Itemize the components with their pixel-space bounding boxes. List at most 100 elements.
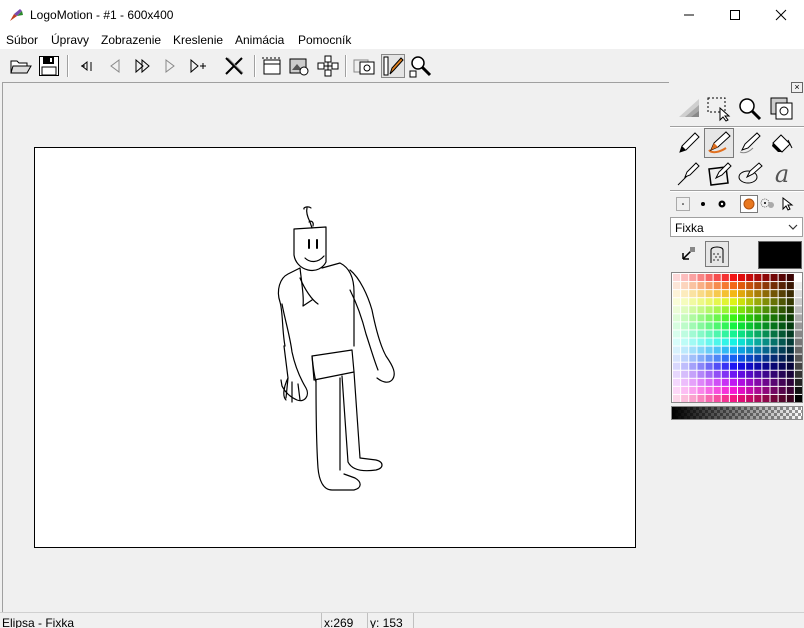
palette-color-cell[interactable] (689, 314, 697, 322)
menu-view[interactable]: Zobrazenie (101, 33, 161, 47)
palette-color-cell[interactable] (762, 314, 770, 322)
palette-color-cell[interactable] (770, 306, 778, 314)
palette-color-cell[interactable] (770, 394, 778, 402)
palette-color-cell[interactable] (738, 282, 746, 290)
palette-color-cell[interactable] (673, 274, 681, 282)
palette-color-cell[interactable] (786, 274, 794, 282)
palette-color-cell[interactable] (729, 354, 738, 362)
palette-color-cell[interactable] (721, 354, 729, 362)
palette-color-cell[interactable] (729, 338, 738, 346)
palette-color-cell[interactable] (762, 290, 770, 298)
palette-color-cell[interactable] (794, 322, 803, 330)
palette-color-cell[interactable] (746, 378, 754, 386)
palette-color-cell[interactable] (689, 290, 697, 298)
palette-color-cell[interactable] (705, 282, 713, 290)
palette-color-cell[interactable] (713, 370, 721, 378)
zoom-tool-button[interactable] (409, 54, 433, 78)
palette-color-cell[interactable] (786, 362, 794, 370)
play-button[interactable] (131, 54, 155, 78)
palette-color-cell[interactable] (794, 338, 803, 346)
menu-edit[interactable]: Úpravy (51, 33, 89, 47)
copy-frame-tool[interactable] (767, 94, 797, 124)
palette-color-cell[interactable] (786, 338, 794, 346)
palette-color-cell[interactable] (778, 378, 786, 386)
palette-color-cell[interactable] (762, 274, 770, 282)
palette-color-cell[interactable] (697, 274, 705, 282)
palette-color-cell[interactable] (786, 370, 794, 378)
palette-color-cell[interactable] (697, 362, 705, 370)
current-color-swatch[interactable] (758, 241, 802, 269)
palette-color-cell[interactable] (689, 330, 697, 338)
palette-color-cell[interactable] (705, 314, 713, 322)
brush-size-medium[interactable] (713, 195, 731, 213)
palette-color-cell[interactable] (770, 378, 778, 386)
palette-color-cell[interactable] (697, 338, 705, 346)
palette-color-cell[interactable] (754, 338, 762, 346)
palette-color-cell[interactable] (738, 378, 746, 386)
palette-color-cell[interactable] (738, 298, 746, 306)
palette-color-cell[interactable] (770, 386, 778, 394)
palette-color-cell[interactable] (746, 274, 754, 282)
menu-file[interactable]: Súbor (6, 33, 38, 47)
palette-color-cell[interactable] (673, 290, 681, 298)
brush-size-tiny[interactable] (674, 195, 692, 213)
palette-color-cell[interactable] (713, 322, 721, 330)
palette-color-cell[interactable] (746, 314, 754, 322)
palette-color-cell[interactable] (705, 322, 713, 330)
brush-size-small[interactable] (694, 195, 712, 213)
palette-color-cell[interactable] (786, 354, 794, 362)
palette-color-cell[interactable] (673, 370, 681, 378)
palette-color-cell[interactable] (762, 330, 770, 338)
palette-color-cell[interactable] (713, 274, 721, 282)
palette-color-cell[interactable] (697, 378, 705, 386)
palette-color-cell[interactable] (721, 314, 729, 322)
palette-color-cell[interactable] (681, 290, 689, 298)
palette-color-cell[interactable] (778, 282, 786, 290)
palette-color-cell[interactable] (705, 306, 713, 314)
palette-color-cell[interactable] (713, 298, 721, 306)
frame-settings-button[interactable] (260, 54, 284, 78)
palette-color-cell[interactable] (786, 378, 794, 386)
palette-color-cell[interactable] (738, 354, 746, 362)
palette-color-cell[interactable] (681, 370, 689, 378)
palette-color-cell[interactable] (721, 306, 729, 314)
palette-color-cell[interactable] (794, 386, 803, 394)
palette-color-cell[interactable] (762, 282, 770, 290)
text-tool[interactable]: a (767, 159, 797, 189)
palette-color-cell[interactable] (713, 386, 721, 394)
palette-color-cell[interactable] (762, 370, 770, 378)
palette-color-cell[interactable] (770, 338, 778, 346)
palette-color-cell[interactable] (689, 274, 697, 282)
palette-color-cell[interactable] (786, 322, 794, 330)
palette-color-cell[interactable] (673, 330, 681, 338)
palette-color-cell[interactable] (746, 346, 754, 354)
open-button[interactable] (9, 54, 33, 78)
minimize-button[interactable] (666, 0, 712, 30)
palette-color-cell[interactable] (697, 394, 705, 402)
palette-color-cell[interactable] (681, 362, 689, 370)
pen-tool[interactable] (735, 128, 765, 158)
palette-color-cell[interactable] (673, 338, 681, 346)
palette-color-cell[interactable] (786, 298, 794, 306)
palette-color-cell[interactable] (794, 378, 803, 386)
palette-color-cell[interactable] (778, 298, 786, 306)
palette-color-cell[interactable] (786, 394, 794, 402)
palette-color-cell[interactable] (697, 330, 705, 338)
rect-select-tool[interactable] (704, 94, 734, 124)
pencil-tool[interactable] (674, 128, 704, 158)
palette-color-cell[interactable] (762, 394, 770, 402)
palette-color-cell[interactable] (705, 370, 713, 378)
palette-color-cell[interactable] (681, 394, 689, 402)
palette-color-cell[interactable] (762, 354, 770, 362)
palette-color-cell[interactable] (697, 346, 705, 354)
palette-color-cell[interactable] (754, 298, 762, 306)
palette-color-cell[interactable] (705, 346, 713, 354)
panel-close-button[interactable]: × (791, 82, 803, 93)
palette-color-cell[interactable] (729, 274, 738, 282)
palette-color-cell[interactable] (681, 306, 689, 314)
palette-color-cell[interactable] (729, 322, 738, 330)
palette-color-cell[interactable] (713, 306, 721, 314)
palette-color-cell[interactable] (754, 394, 762, 402)
move-nodes-button[interactable] (316, 54, 340, 78)
palette-color-cell[interactable] (794, 354, 803, 362)
